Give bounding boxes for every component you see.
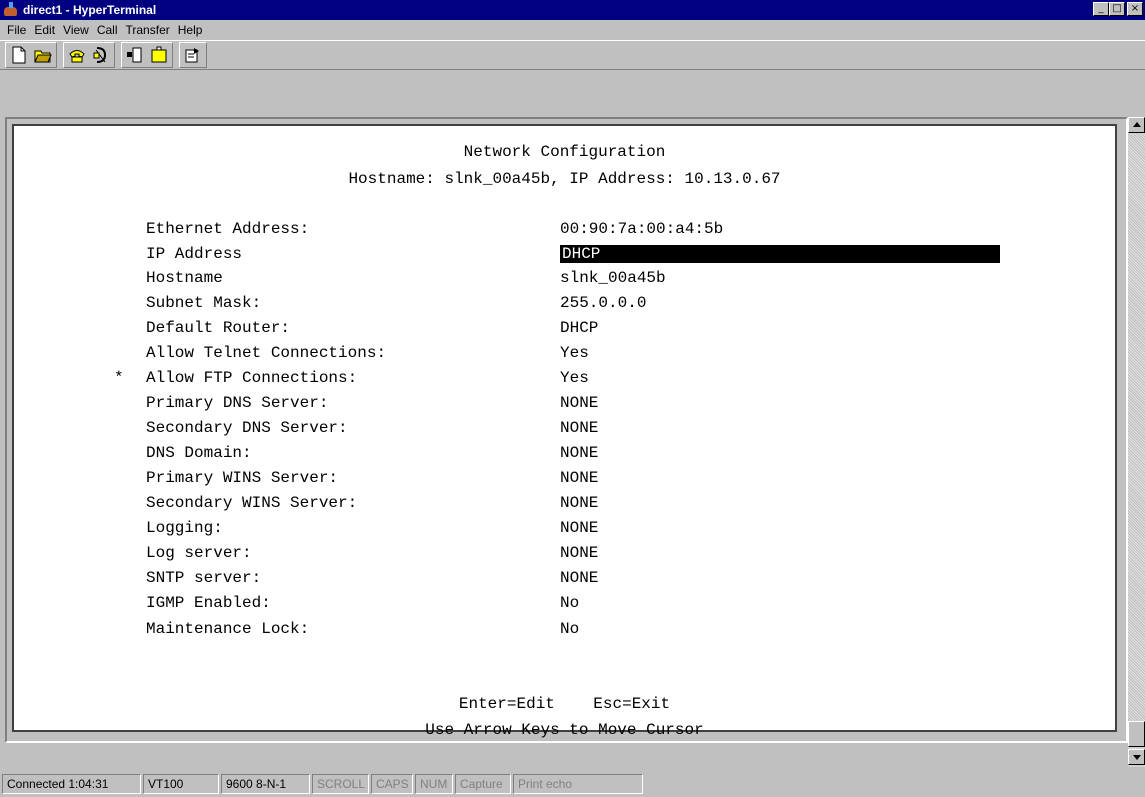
connection-status: Connected 1:04:31 xyxy=(2,773,141,794)
scroll-indicator: SCROLL xyxy=(312,773,369,794)
row-label: IGMP Enabled: xyxy=(146,594,271,612)
row-value[interactable]: 255.0.0.0 xyxy=(560,294,646,312)
row-value[interactable]: NONE xyxy=(560,444,598,462)
emulation-status: VT100 xyxy=(143,773,219,794)
row-label: Hostname xyxy=(146,269,223,287)
scroll-up-button[interactable] xyxy=(1128,117,1145,133)
row-value[interactable]: NONE xyxy=(560,419,598,437)
disconnect-icon[interactable] xyxy=(89,44,113,66)
row-label: IP Address xyxy=(146,245,243,263)
hyperterminal-icon xyxy=(3,2,19,18)
row-label: Primary WINS Server: xyxy=(146,469,339,487)
row-label: Allow FTP Connections: xyxy=(146,369,358,387)
open-icon[interactable] xyxy=(31,44,55,66)
row-label: Secondary WINS Server: xyxy=(146,494,358,512)
properties-icon[interactable] xyxy=(181,44,205,66)
row-value[interactable]: DHCP xyxy=(560,319,598,337)
row-value[interactable]: NONE xyxy=(560,569,598,587)
row-label: Logging: xyxy=(146,519,223,537)
caps-indicator: CAPS xyxy=(371,773,413,794)
send-icon[interactable] xyxy=(123,44,147,66)
row-label: Maintenance Lock: xyxy=(146,620,310,638)
new-icon[interactable] xyxy=(7,44,31,66)
row-value[interactable]: NONE xyxy=(560,494,598,512)
num-indicator: NUM xyxy=(415,773,453,794)
row-label: Allow Telnet Connections: xyxy=(146,344,387,362)
row-label: Ethernet Address: xyxy=(146,220,310,238)
row-value[interactable]: No xyxy=(560,620,579,638)
row-value[interactable]: slnk_00a45b xyxy=(560,269,666,287)
row-value: 00:90:7a:00:a4:5b xyxy=(560,220,724,238)
status-bar: Connected 1:04:31 VT100 9600 8-N-1 SCROL… xyxy=(0,770,1145,797)
changed-marker: * xyxy=(114,369,124,387)
scroll-thumb[interactable] xyxy=(1128,721,1145,747)
row-value[interactable]: No xyxy=(560,594,579,612)
screen-subtitle: Hostname: slnk_00a45b, IP Address: 10.13… xyxy=(348,170,781,188)
menu-call[interactable]: Call xyxy=(93,23,122,37)
menu-help[interactable]: Help xyxy=(174,23,207,37)
row-value[interactable]: NONE xyxy=(560,519,598,537)
arrow-down-icon xyxy=(1133,755,1141,760)
capture-indicator: Capture xyxy=(455,773,511,794)
terminal-screen[interactable]: Network Configuration Hostname: slnk_00a… xyxy=(12,124,1117,739)
screen-title: Network Configuration xyxy=(463,143,666,161)
receive-icon[interactable] xyxy=(147,44,171,66)
row-label: Secondary DNS Server: xyxy=(146,419,348,437)
menu-file[interactable]: File xyxy=(3,23,30,37)
title-bar[interactable]: direct1 - HyperTerminal _ □ × xyxy=(0,0,1145,20)
row-label: Default Router: xyxy=(146,319,291,337)
row-label: Subnet Mask: xyxy=(146,294,262,312)
menu-transfer[interactable]: Transfer xyxy=(122,23,174,37)
close-button[interactable]: × xyxy=(1127,2,1143,16)
print-echo-indicator: Print echo xyxy=(513,773,643,794)
row-label: SNTP server: xyxy=(146,569,262,587)
arrow-up-icon xyxy=(1133,122,1141,127)
key-help: Enter=Edit Esc=Exit xyxy=(458,695,671,713)
row-value[interactable]: NONE xyxy=(560,394,598,412)
scroll-down-button[interactable] xyxy=(1128,749,1145,765)
row-value[interactable]: NONE xyxy=(560,544,598,562)
window-title: direct1 - HyperTerminal xyxy=(23,3,157,17)
row-label: DNS Domain: xyxy=(146,444,252,462)
row-value[interactable]: Yes xyxy=(560,369,589,387)
selected-row-value[interactable]: DHCP xyxy=(560,245,1000,263)
minimize-button[interactable]: _ xyxy=(1093,2,1109,16)
menu-view[interactable]: View xyxy=(59,23,93,37)
row-label: Primary DNS Server: xyxy=(146,394,329,412)
toolbar xyxy=(0,40,1145,70)
port-settings: 9600 8-N-1 xyxy=(221,773,310,794)
cursor-help: Use Arrow Keys to Move Cursor xyxy=(425,721,704,739)
maximize-button[interactable]: □ xyxy=(1109,2,1125,16)
connect-icon[interactable] xyxy=(65,44,89,66)
menu-bar: File Edit View Call Transfer Help xyxy=(0,20,1145,40)
row-label: Log server: xyxy=(146,544,252,562)
menu-edit[interactable]: Edit xyxy=(30,23,59,37)
vertical-scrollbar[interactable] xyxy=(1128,117,1145,767)
row-value[interactable]: NONE xyxy=(560,469,598,487)
row-value[interactable]: Yes xyxy=(560,344,589,362)
